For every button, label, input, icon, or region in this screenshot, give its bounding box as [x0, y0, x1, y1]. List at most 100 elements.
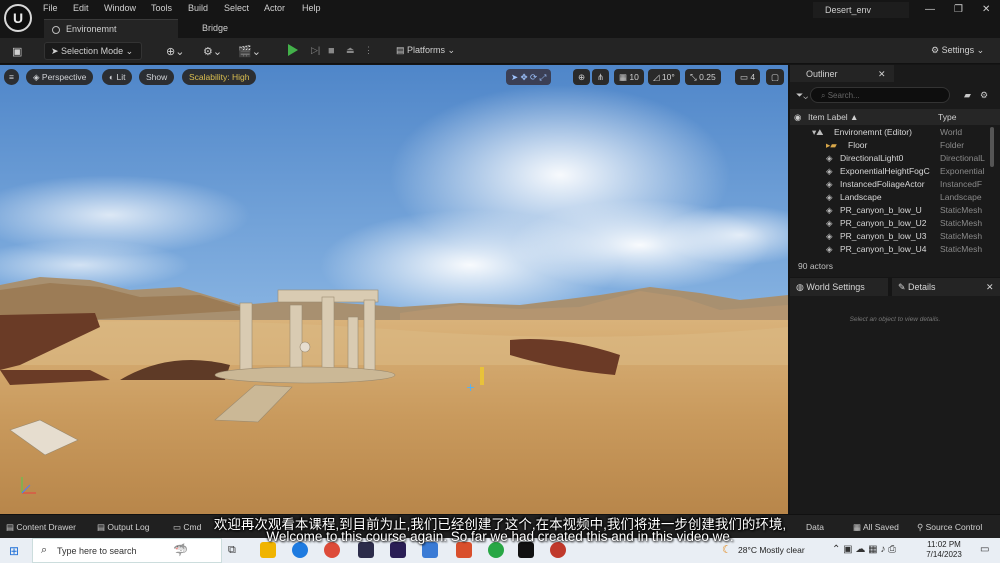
menu-edit[interactable]: Edit: [73, 3, 89, 13]
rotation-snap-button[interactable]: ◿ 10°: [648, 69, 680, 85]
outliner-row-label: DirectionalLight0: [840, 153, 904, 163]
add-folder-icon[interactable]: ▰: [964, 90, 971, 101]
app-icon[interactable]: [488, 542, 504, 558]
viewport-menu-icon[interactable]: ≡: [4, 69, 19, 85]
menu-build[interactable]: Build: [188, 3, 208, 13]
platforms-button[interactable]: ▤ Platforms ⌄: [390, 42, 461, 60]
outliner-row[interactable]: ▾⛰ Environemnt (Editor) World: [790, 127, 990, 140]
outliner-row-type: World: [940, 127, 963, 137]
title-menu-bar: U File Edit Window Tools Build Select Ac…: [0, 0, 1000, 38]
blueprint-icon[interactable]: ⚙⌄: [197, 42, 228, 60]
transform-tools[interactable]: ➤ ✥ ⟳ ⤢: [506, 69, 552, 85]
outliner-row[interactable]: ◈ Landscape Landscape: [790, 192, 990, 205]
save-icon[interactable]: ▣: [6, 42, 28, 60]
actor-icon: ◈: [826, 153, 833, 163]
maximize-icon[interactable]: ❐: [954, 4, 963, 15]
cinematics-icon[interactable]: 🎬⌄: [232, 42, 267, 60]
outliner-row-label: InstancedFoliageActor: [840, 179, 925, 189]
filter-icon[interactable]: ⏷⌄: [796, 90, 808, 101]
outliner-search-input[interactable]: ⌕ Search...: [810, 87, 950, 103]
tab-world-settings[interactable]: ◍ World Settings: [790, 278, 888, 296]
add-content-icon[interactable]: ⊕⌄: [160, 42, 190, 60]
outliner-row[interactable]: ◈ PR_canyon_b_low_U2 StaticMesh: [790, 218, 990, 231]
weather-icon: ☾: [722, 544, 732, 556]
weather-text[interactable]: 28°C Mostly clear: [738, 545, 805, 555]
play-icon[interactable]: [288, 44, 298, 56]
unreal-logo-icon[interactable]: U: [4, 4, 32, 32]
outliner-row-label: PR_canyon_b_low_U4: [840, 244, 927, 254]
actor-icon: ◈: [826, 205, 833, 215]
outliner-row[interactable]: ▸▰ Floor Folder: [790, 140, 990, 153]
app-icon[interactable]: [550, 542, 566, 558]
menu-file[interactable]: File: [43, 3, 58, 13]
shark-search-highlight-icon: 🦈: [173, 543, 188, 557]
notifications-icon[interactable]: ▭: [980, 544, 989, 555]
close-tab-icon[interactable]: ✕: [878, 69, 886, 80]
tab-details[interactable]: ✎ Details ✕: [892, 278, 1000, 296]
menu-window[interactable]: Window: [104, 3, 136, 13]
tray-icons[interactable]: ⌃ ▣ ☁ ▦ ♪ ⎙: [832, 544, 896, 555]
eye-icon[interactable]: ◉: [794, 112, 801, 123]
outliner-row-type: Folder: [940, 140, 965, 150]
menu-actor[interactable]: Actor: [264, 3, 285, 13]
lit-label: Lit: [116, 72, 126, 82]
task-view-icon[interactable]: ⧉: [228, 544, 236, 557]
file-explorer-icon[interactable]: [260, 542, 276, 558]
actor-icon: ◈: [826, 231, 833, 241]
menu-help[interactable]: Help: [302, 3, 321, 13]
tab-bridge[interactable]: Bridge: [194, 19, 236, 38]
outliner-row-label: PR_canyon_b_low_U: [840, 205, 922, 215]
outliner-row-label: PR_canyon_b_low_U2: [840, 218, 927, 228]
outliner-row[interactable]: ◈ InstancedFoliageActor InstancedF: [790, 179, 990, 192]
perspective-button[interactable]: ◈ Perspective: [26, 69, 94, 85]
app-icon[interactable]: [422, 542, 438, 558]
camera-icon: ▭: [740, 72, 751, 82]
minimize-icon[interactable]: —: [925, 4, 935, 15]
search-placeholder: Type here to search: [57, 546, 137, 556]
outliner-tab[interactable]: Outliner ✕: [790, 65, 894, 82]
lit-button[interactable]: ◐ Lit: [102, 69, 133, 85]
settings-button[interactable]: ⚙ Settings ⌄: [925, 42, 990, 60]
scale-snap-button[interactable]: ⤡ 0.25: [685, 69, 721, 85]
tab-environment[interactable]: Environemnt: [44, 19, 178, 38]
windows-start-icon[interactable]: ⊞: [9, 544, 19, 558]
outliner-row-label: PR_canyon_b_low_U3: [840, 231, 927, 241]
app-icon[interactable]: [358, 542, 374, 558]
unreal-taskbar-icon[interactable]: [518, 542, 534, 558]
maximize-viewport-icon[interactable]: ▢: [766, 69, 785, 85]
stop-icon[interactable]: ■: [322, 42, 341, 60]
column-item-label[interactable]: Item Label ▲: [808, 112, 858, 122]
outliner-row[interactable]: ◈ ExponentialHeightFogC Exponential: [790, 166, 990, 179]
camera-speed-button[interactable]: ▭ 4: [735, 69, 761, 85]
outliner-scrollbar[interactable]: [990, 127, 994, 167]
menu-select[interactable]: Select: [224, 3, 249, 13]
level-viewport[interactable]: + ≡ ◈ Perspective ◐ Lit Show Scalability…: [0, 65, 788, 514]
outliner-row[interactable]: ◈ DirectionalLight0 DirectionalL: [790, 153, 990, 166]
world-local-icon[interactable]: ⊕: [573, 69, 591, 85]
edge-icon[interactable]: [292, 542, 308, 558]
level-icon: [52, 25, 60, 34]
outliner-row[interactable]: ◈ PR_canyon_b_low_U3 StaticMesh: [790, 231, 990, 244]
app-icon[interactable]: [456, 542, 472, 558]
more-options-icon[interactable]: ⋮: [358, 42, 379, 60]
grid-snap-button[interactable]: ▦ 10: [614, 69, 644, 85]
after-effects-icon[interactable]: [390, 542, 406, 558]
globe-icon: ◍: [796, 282, 807, 292]
outliner-row[interactable]: ◈ PR_canyon_b_low_U StaticMesh: [790, 205, 990, 218]
selection-mode-button[interactable]: ➤ Selection Mode ⌄: [44, 42, 142, 60]
search-icon: ⌕: [821, 91, 828, 100]
surface-snap-icon[interactable]: ⋔: [592, 69, 610, 85]
settings-label: Settings: [941, 45, 975, 55]
menu-tools[interactable]: Tools: [151, 3, 172, 13]
settings-gear-icon[interactable]: ⚙: [980, 90, 988, 101]
angle-icon: ◿: [653, 72, 662, 82]
perspective-label: Perspective: [41, 72, 87, 82]
outliner-row-type: Exponential: [940, 166, 985, 176]
scalability-button[interactable]: Scalability: High: [182, 69, 257, 85]
outliner-row[interactable]: ◈ PR_canyon_b_low_U4 StaticMesh: [790, 244, 990, 257]
chrome-icon[interactable]: [324, 542, 340, 558]
close-icon[interactable]: ✕: [982, 4, 990, 15]
close-tab-icon[interactable]: ✕: [986, 282, 994, 293]
column-type[interactable]: Type: [938, 112, 956, 122]
show-button[interactable]: Show: [139, 69, 175, 85]
